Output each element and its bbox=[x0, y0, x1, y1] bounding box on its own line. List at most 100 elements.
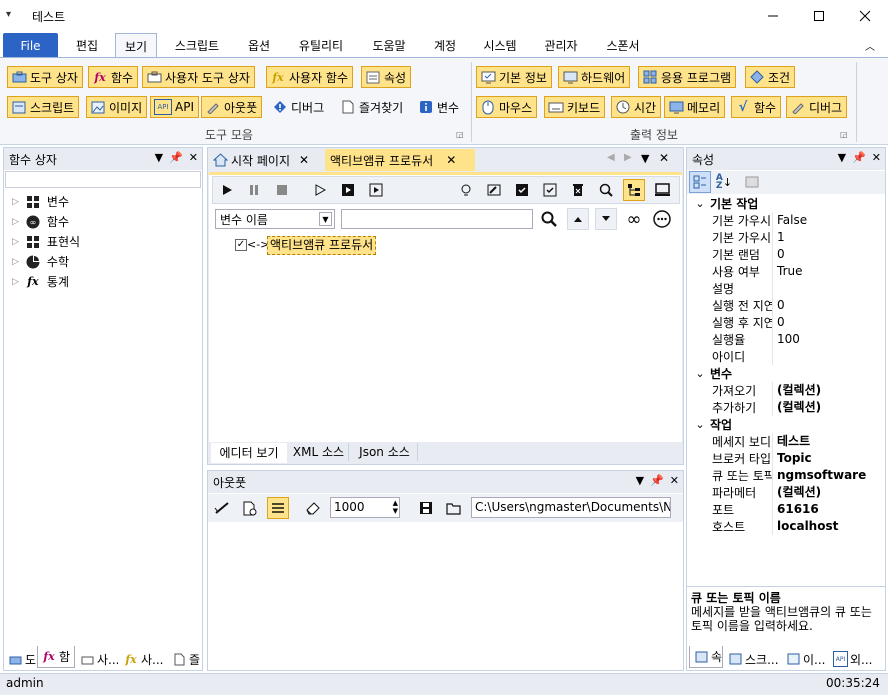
basic-info-button[interactable]: 기본 정보 bbox=[476, 66, 552, 88]
tab-script[interactable]: 스크립트 bbox=[164, 33, 230, 58]
tab-favorites[interactable]: 즐 bbox=[168, 648, 202, 670]
clear-output-icon[interactable] bbox=[211, 497, 233, 519]
tree-item-expressions[interactable]: ▷ 표현식 bbox=[12, 233, 80, 250]
scroll-tabs-right-icon[interactable]: ▶ bbox=[624, 152, 632, 163]
tab-sponsor[interactable]: 스폰서 bbox=[596, 33, 650, 58]
tab-admin[interactable]: 관리자 bbox=[534, 33, 588, 58]
property-row[interactable]: 기본 가우시 1 bbox=[690, 229, 885, 246]
pin-icon[interactable]: 📌 bbox=[852, 151, 866, 164]
expand-icon[interactable]: ▷ bbox=[12, 277, 19, 287]
tab-editor-view[interactable]: 에디터 보기 bbox=[211, 443, 287, 463]
math-function-button[interactable]: √ 함수 bbox=[731, 96, 782, 118]
editor-close-icon[interactable]: ✕ bbox=[659, 151, 669, 165]
output-path-input[interactable]: C:\Users\ngmaster\Documents\NGM bbox=[471, 497, 671, 518]
debug-info-button[interactable]: 디버그 bbox=[786, 96, 848, 118]
expand-icon[interactable]: ▷ bbox=[12, 237, 19, 247]
window-menu-icon[interactable]: ▾ bbox=[6, 9, 18, 21]
property-value[interactable]: (컬렉션) bbox=[772, 399, 821, 416]
run-selection-icon[interactable] bbox=[337, 179, 359, 201]
check-all-icon[interactable] bbox=[511, 179, 533, 201]
node-checkbox[interactable]: ✓ bbox=[235, 239, 247, 251]
property-value[interactable]: False bbox=[772, 212, 807, 229]
tab-edit[interactable]: 편집 bbox=[66, 33, 108, 58]
panel-dropdown-icon[interactable]: ▼ bbox=[155, 151, 163, 164]
property-row[interactable]: 설명 bbox=[690, 280, 885, 297]
property-row[interactable]: 기본 가우시 False bbox=[690, 212, 885, 229]
property-value[interactable]: 100 bbox=[772, 331, 800, 348]
move-up-icon[interactable] bbox=[567, 208, 589, 230]
tab-close-icon[interactable]: ✕ bbox=[446, 153, 456, 167]
save-icon[interactable] bbox=[415, 497, 437, 519]
play-icon[interactable] bbox=[216, 179, 238, 201]
property-category[interactable]: ⌄ 기본 작업 bbox=[690, 195, 885, 212]
file-tab[interactable]: File bbox=[3, 33, 58, 58]
tab-activemq-producer[interactable]: 액티브앰큐 프로듀서 ✕ bbox=[325, 149, 475, 171]
tab-user-toolbox[interactable]: 사... bbox=[76, 648, 118, 670]
collapse-ribbon-icon[interactable]: ︿ bbox=[865, 38, 875, 53]
monitor-icon[interactable] bbox=[651, 179, 673, 201]
panel-close-icon[interactable]: ✕ bbox=[189, 151, 198, 164]
property-value[interactable]: 61616 bbox=[772, 501, 819, 518]
property-value[interactable]: 0 bbox=[772, 314, 785, 331]
collapse-icon[interactable]: ⌄ bbox=[690, 197, 710, 210]
tab-start-page[interactable]: 시작 페이지 ✕ bbox=[209, 149, 322, 171]
tree-item-math[interactable]: ▷ 수학 bbox=[12, 253, 69, 270]
time-button[interactable]: 시간 bbox=[611, 96, 662, 118]
search-icon[interactable] bbox=[538, 208, 560, 230]
variable-name-select[interactable]: 변수 이름 ▼ bbox=[215, 209, 335, 229]
expand-icon[interactable]: ▷ bbox=[12, 217, 19, 227]
lightbulb-icon[interactable] bbox=[455, 179, 477, 201]
scroll-tabs-left-icon[interactable]: ◀ bbox=[607, 152, 615, 163]
run-from-here-icon[interactable] bbox=[365, 179, 387, 201]
delete-icon[interactable] bbox=[567, 179, 589, 201]
output-button[interactable]: 아웃풋 bbox=[201, 96, 263, 118]
tab-toolbox[interactable]: 도 bbox=[4, 648, 36, 670]
user-toolbox-button[interactable]: 사용자 도구 상자 bbox=[142, 66, 255, 88]
maximize-button[interactable] bbox=[796, 0, 842, 32]
mouse-button[interactable]: 마우스 bbox=[476, 96, 538, 118]
property-row[interactable]: 큐 또는 토픽 ngmsoftware bbox=[690, 467, 885, 484]
stop-icon[interactable] bbox=[271, 179, 293, 201]
script-button[interactable]: 스크립트 bbox=[7, 96, 80, 118]
categorized-icon[interactable] bbox=[689, 171, 711, 193]
step-icon[interactable] bbox=[309, 179, 331, 201]
tab-account[interactable]: 계정 bbox=[424, 33, 466, 58]
tree-view-icon[interactable] bbox=[623, 179, 645, 201]
property-row[interactable]: 파라메터 (컬렉션) bbox=[690, 484, 885, 501]
tab-close-icon[interactable]: ✕ bbox=[299, 153, 309, 167]
property-pages-icon[interactable] bbox=[741, 171, 763, 193]
tab-options[interactable]: 옵션 bbox=[238, 33, 280, 58]
property-value[interactable] bbox=[772, 280, 777, 297]
property-row[interactable]: 실행 전 지연 0 bbox=[690, 297, 885, 314]
tab-external-panel[interactable]: API 외... bbox=[830, 648, 884, 670]
tab-user-functions[interactable]: fx 사... bbox=[120, 648, 166, 670]
condition-button[interactable]: 조건 bbox=[745, 66, 796, 88]
property-category[interactable]: ⌄ 작업 bbox=[690, 416, 885, 433]
tab-functions[interactable]: fx 함 bbox=[37, 646, 75, 668]
line-count-stepper[interactable]: 1000 ▲ ▼ bbox=[330, 497, 400, 518]
variable-search-input[interactable] bbox=[341, 209, 533, 229]
pause-icon[interactable] bbox=[243, 179, 265, 201]
checkbox-icon[interactable] bbox=[539, 179, 561, 201]
panel-close-icon[interactable]: ✕ bbox=[670, 474, 679, 487]
more-icon[interactable] bbox=[651, 208, 673, 230]
favorites-button[interactable]: 즐겨찾기 bbox=[336, 96, 408, 118]
tab-properties[interactable]: 속 bbox=[689, 646, 723, 668]
panel-dropdown-icon[interactable]: ▼ bbox=[838, 151, 846, 164]
chevron-down-icon[interactable]: ▼ bbox=[319, 212, 332, 226]
tab-xml-source[interactable]: XML 소스 bbox=[289, 443, 349, 461]
property-value[interactable]: Topic bbox=[772, 450, 812, 467]
property-row[interactable]: 메세지 보디 테스트 bbox=[690, 433, 885, 450]
activemq-producer-node[interactable]: 액티브앰큐 프로듀서 bbox=[267, 236, 377, 255]
expand-icon[interactable]: ▷ bbox=[12, 197, 19, 207]
keyboard-button[interactable]: 키보드 bbox=[544, 96, 606, 118]
new-file-icon[interactable] bbox=[239, 497, 261, 519]
properties-button[interactable]: 속성 bbox=[361, 66, 412, 88]
property-value[interactable] bbox=[772, 348, 777, 365]
expand-icon[interactable]: ▷ bbox=[12, 257, 19, 267]
function-search-input[interactable] bbox=[5, 171, 201, 188]
open-folder-icon[interactable] bbox=[443, 497, 465, 519]
panel-close-icon[interactable]: ✕ bbox=[872, 151, 881, 164]
tab-json-source[interactable]: Json 소스 bbox=[352, 443, 418, 461]
collapse-icon[interactable]: ⌄ bbox=[690, 418, 710, 431]
